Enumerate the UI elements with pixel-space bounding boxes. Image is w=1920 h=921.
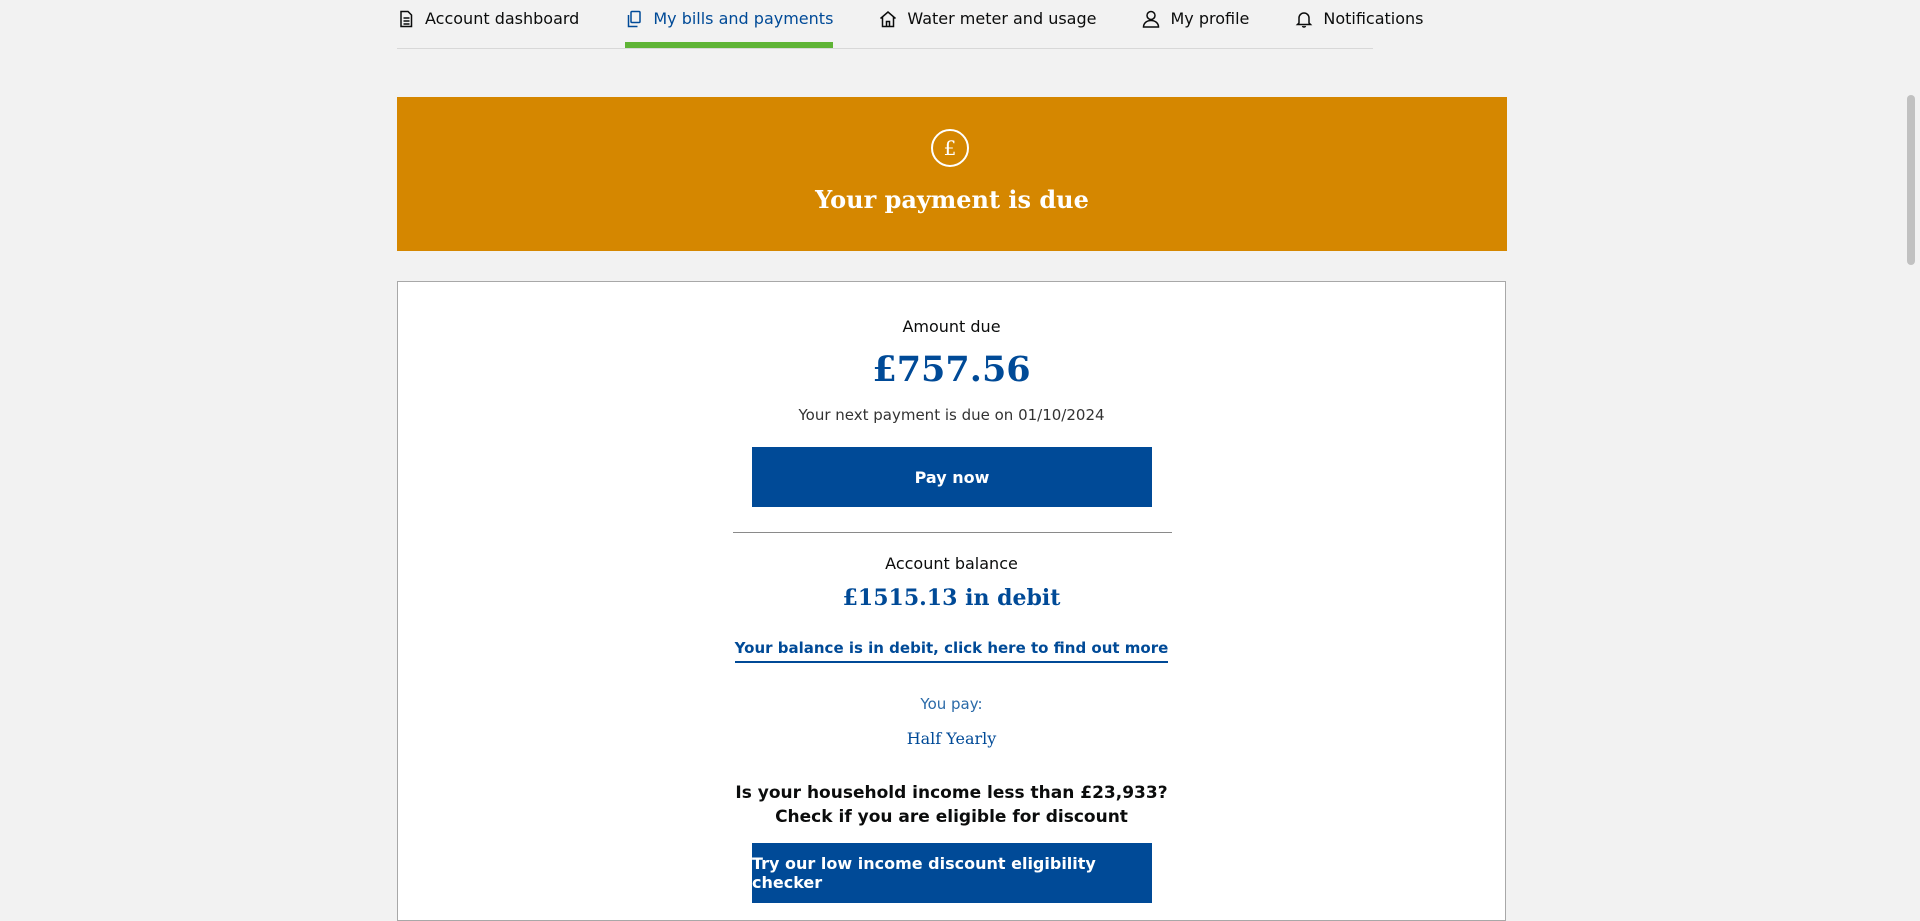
nav-label: Notifications <box>1323 9 1424 28</box>
nav-notifications[interactable]: Notifications <box>1295 0 1424 37</box>
nav-account-dashboard[interactable]: Account dashboard <box>397 0 579 37</box>
nav-my-bills-and-payments[interactable]: My bills and payments <box>625 0 834 48</box>
payment-due-banner: £ Your payment is due <box>397 97 1507 251</box>
nav-my-profile[interactable]: My profile <box>1142 0 1249 37</box>
banner-title: Your payment is due <box>815 185 1089 214</box>
account-balance-value: £1515.13 in debit <box>842 585 1061 611</box>
balance-info-link[interactable]: Your balance is in debit, click here to … <box>734 639 1169 663</box>
you-pay-frequency: Half Yearly <box>906 729 997 748</box>
nav-label: My bills and payments <box>653 9 834 28</box>
user-icon <box>1142 10 1160 28</box>
next-payment-date: Your next payment is due on 01/10/2024 <box>798 406 1105 424</box>
page-scrollbar[interactable] <box>1903 0 1920 901</box>
bill-summary-card: Amount due £757.56 Your next payment is … <box>397 281 1506 921</box>
bell-icon <box>1295 10 1313 28</box>
pound-icon: £ <box>931 129 969 167</box>
document-icon <box>397 10 415 28</box>
nav-label: Water meter and usage <box>907 9 1097 28</box>
discount-checker-button[interactable]: Try our low income discount eligibility … <box>752 843 1152 903</box>
amount-due-value: £757.56 <box>872 349 1031 390</box>
nav-water-meter-and-usage[interactable]: Water meter and usage <box>879 0 1096 37</box>
account-nav: Account dashboard My bills and payments … <box>397 0 1424 49</box>
divider <box>733 532 1172 533</box>
nav-label: My profile <box>1170 9 1250 28</box>
nav-label: Account dashboard <box>425 9 580 28</box>
scrollbar-thumb[interactable] <box>1907 95 1915 265</box>
copy-icon <box>625 10 643 28</box>
discount-question: Is your household income less than £23,9… <box>398 781 1505 829</box>
home-icon <box>879 10 897 28</box>
account-balance-label: Account balance <box>885 554 1018 573</box>
you-pay-label: You pay: <box>920 695 983 713</box>
pay-now-button[interactable]: Pay now <box>752 447 1152 507</box>
amount-due-label: Amount due <box>902 317 1001 336</box>
discount-question-line1: Is your household income less than £23,9… <box>735 783 1168 803</box>
discount-question-line2: Check if you are eligible for discount <box>775 807 1128 827</box>
